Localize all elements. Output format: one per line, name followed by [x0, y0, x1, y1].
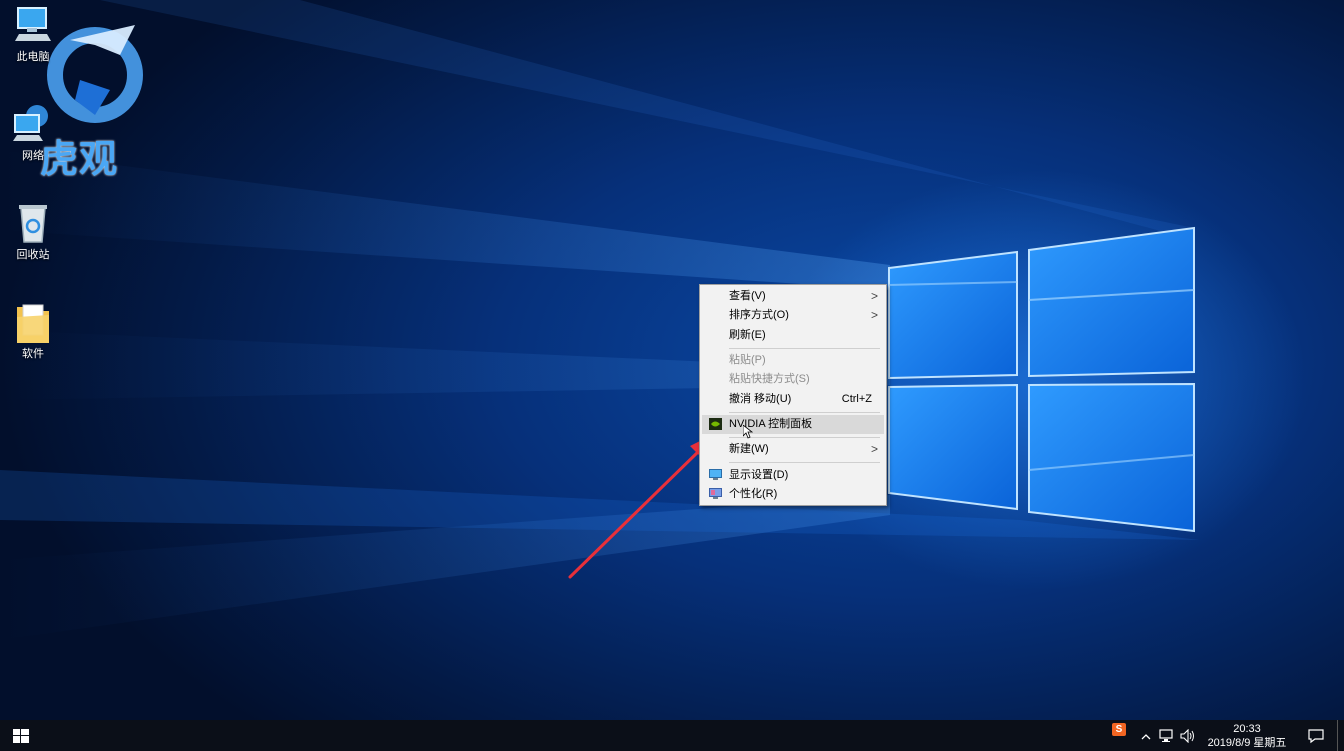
menu-item-label: 刷新(E): [729, 329, 766, 341]
menu-separator: [729, 462, 880, 463]
windows-logo-wallpaper: [0, 0, 1200, 640]
menu-item-paste[interactable]: 粘贴(P): [702, 351, 884, 370]
menu-item-label: 个性化(R): [729, 488, 778, 500]
action-center-icon[interactable]: [1308, 728, 1324, 744]
menu-item-nvidia-control-panel[interactable]: NVIDIA 控制面板: [702, 415, 884, 434]
menu-item-personalize[interactable]: 个性化(R): [702, 485, 884, 504]
network-icon: [13, 103, 53, 143]
nvidia-icon: [709, 418, 722, 430]
menu-item-new[interactable]: 新建(W) >: [702, 440, 884, 459]
menu-item-display-settings[interactable]: 显示设置(D): [702, 466, 884, 485]
desktop-icon-software-folder[interactable]: 软件: [1, 301, 65, 361]
chevron-right-icon: >: [870, 442, 878, 456]
menu-separator: [729, 412, 880, 413]
folder-icon: [13, 301, 53, 343]
desktop-icon-label: 软件: [22, 347, 44, 360]
desktop-icon-label: 网络: [22, 149, 44, 162]
menu-item-label: 撤消 移动(U): [729, 393, 792, 405]
show-desktop-divider[interactable]: [1337, 720, 1338, 751]
desktop-icon-label: 回收站: [16, 248, 50, 261]
taskbar: S 20:33 2019/8/9 星期五: [0, 720, 1344, 751]
menu-item-label: 显示设置(D): [729, 469, 789, 481]
menu-item-view[interactable]: 查看(V) >: [702, 287, 884, 306]
menu-item-label: NVIDIA 控制面板: [729, 418, 813, 430]
mouse-cursor: [743, 425, 753, 439]
desktop-icon-network[interactable]: 网络: [1, 103, 65, 163]
desktop-context-menu: 查看(V) > 排序方式(O) > 刷新(E) 粘贴(P) 粘贴快捷方式(S) …: [699, 284, 887, 506]
recycle-bin-icon: [13, 202, 53, 243]
menu-item-label: 粘贴(P): [729, 354, 766, 366]
menu-item-shortcut: Ctrl+Z: [841, 393, 872, 405]
computer-icon: [13, 4, 53, 44]
menu-item-refresh[interactable]: 刷新(E): [702, 326, 884, 345]
desktop-icon-label: 此电脑: [16, 50, 50, 63]
menu-item-undo-move[interactable]: 撤消 移动(U) Ctrl+Z: [702, 390, 884, 409]
menu-item-paste-shortcut[interactable]: 粘贴快捷方式(S): [702, 370, 884, 389]
network-icon[interactable]: [1159, 729, 1175, 743]
menu-item-sort-by[interactable]: 排序方式(O) >: [702, 306, 884, 325]
desktop-icon-recycle-bin[interactable]: 回收站: [1, 202, 65, 262]
sogou-input-icon[interactable]: S: [1112, 723, 1128, 739]
menu-item-label: 粘贴快捷方式(S): [729, 373, 810, 385]
ime-badge: S: [1112, 723, 1126, 736]
chevron-right-icon: >: [870, 308, 878, 322]
personalize-icon: [709, 488, 722, 500]
menu-separator: [729, 348, 880, 349]
clock-date: 2019/8/9 星期五: [1207, 737, 1287, 749]
display-icon: [709, 469, 722, 481]
windows-logo-icon: [13, 729, 29, 743]
tray-overflow-icon[interactable]: [1140, 730, 1152, 742]
menu-item-label: 查看(V): [729, 290, 766, 302]
clock-time: 20:33: [1233, 723, 1261, 735]
start-button[interactable]: [0, 720, 44, 751]
volume-icon[interactable]: [1180, 728, 1196, 744]
desktop-icon-this-pc[interactable]: 此电脑: [1, 4, 65, 64]
menu-item-label: 新建(W): [729, 443, 769, 455]
menu-item-label: 排序方式(O): [729, 309, 789, 321]
desktop-wallpaper: 虎观 此电脑 网络 回收站 软件 查看(V) > 排序方式(O) > 刷新(E)…: [0, 0, 1344, 720]
chevron-right-icon: >: [870, 289, 878, 303]
taskbar-clock[interactable]: 20:33 2019/8/9 星期五: [1202, 722, 1292, 750]
